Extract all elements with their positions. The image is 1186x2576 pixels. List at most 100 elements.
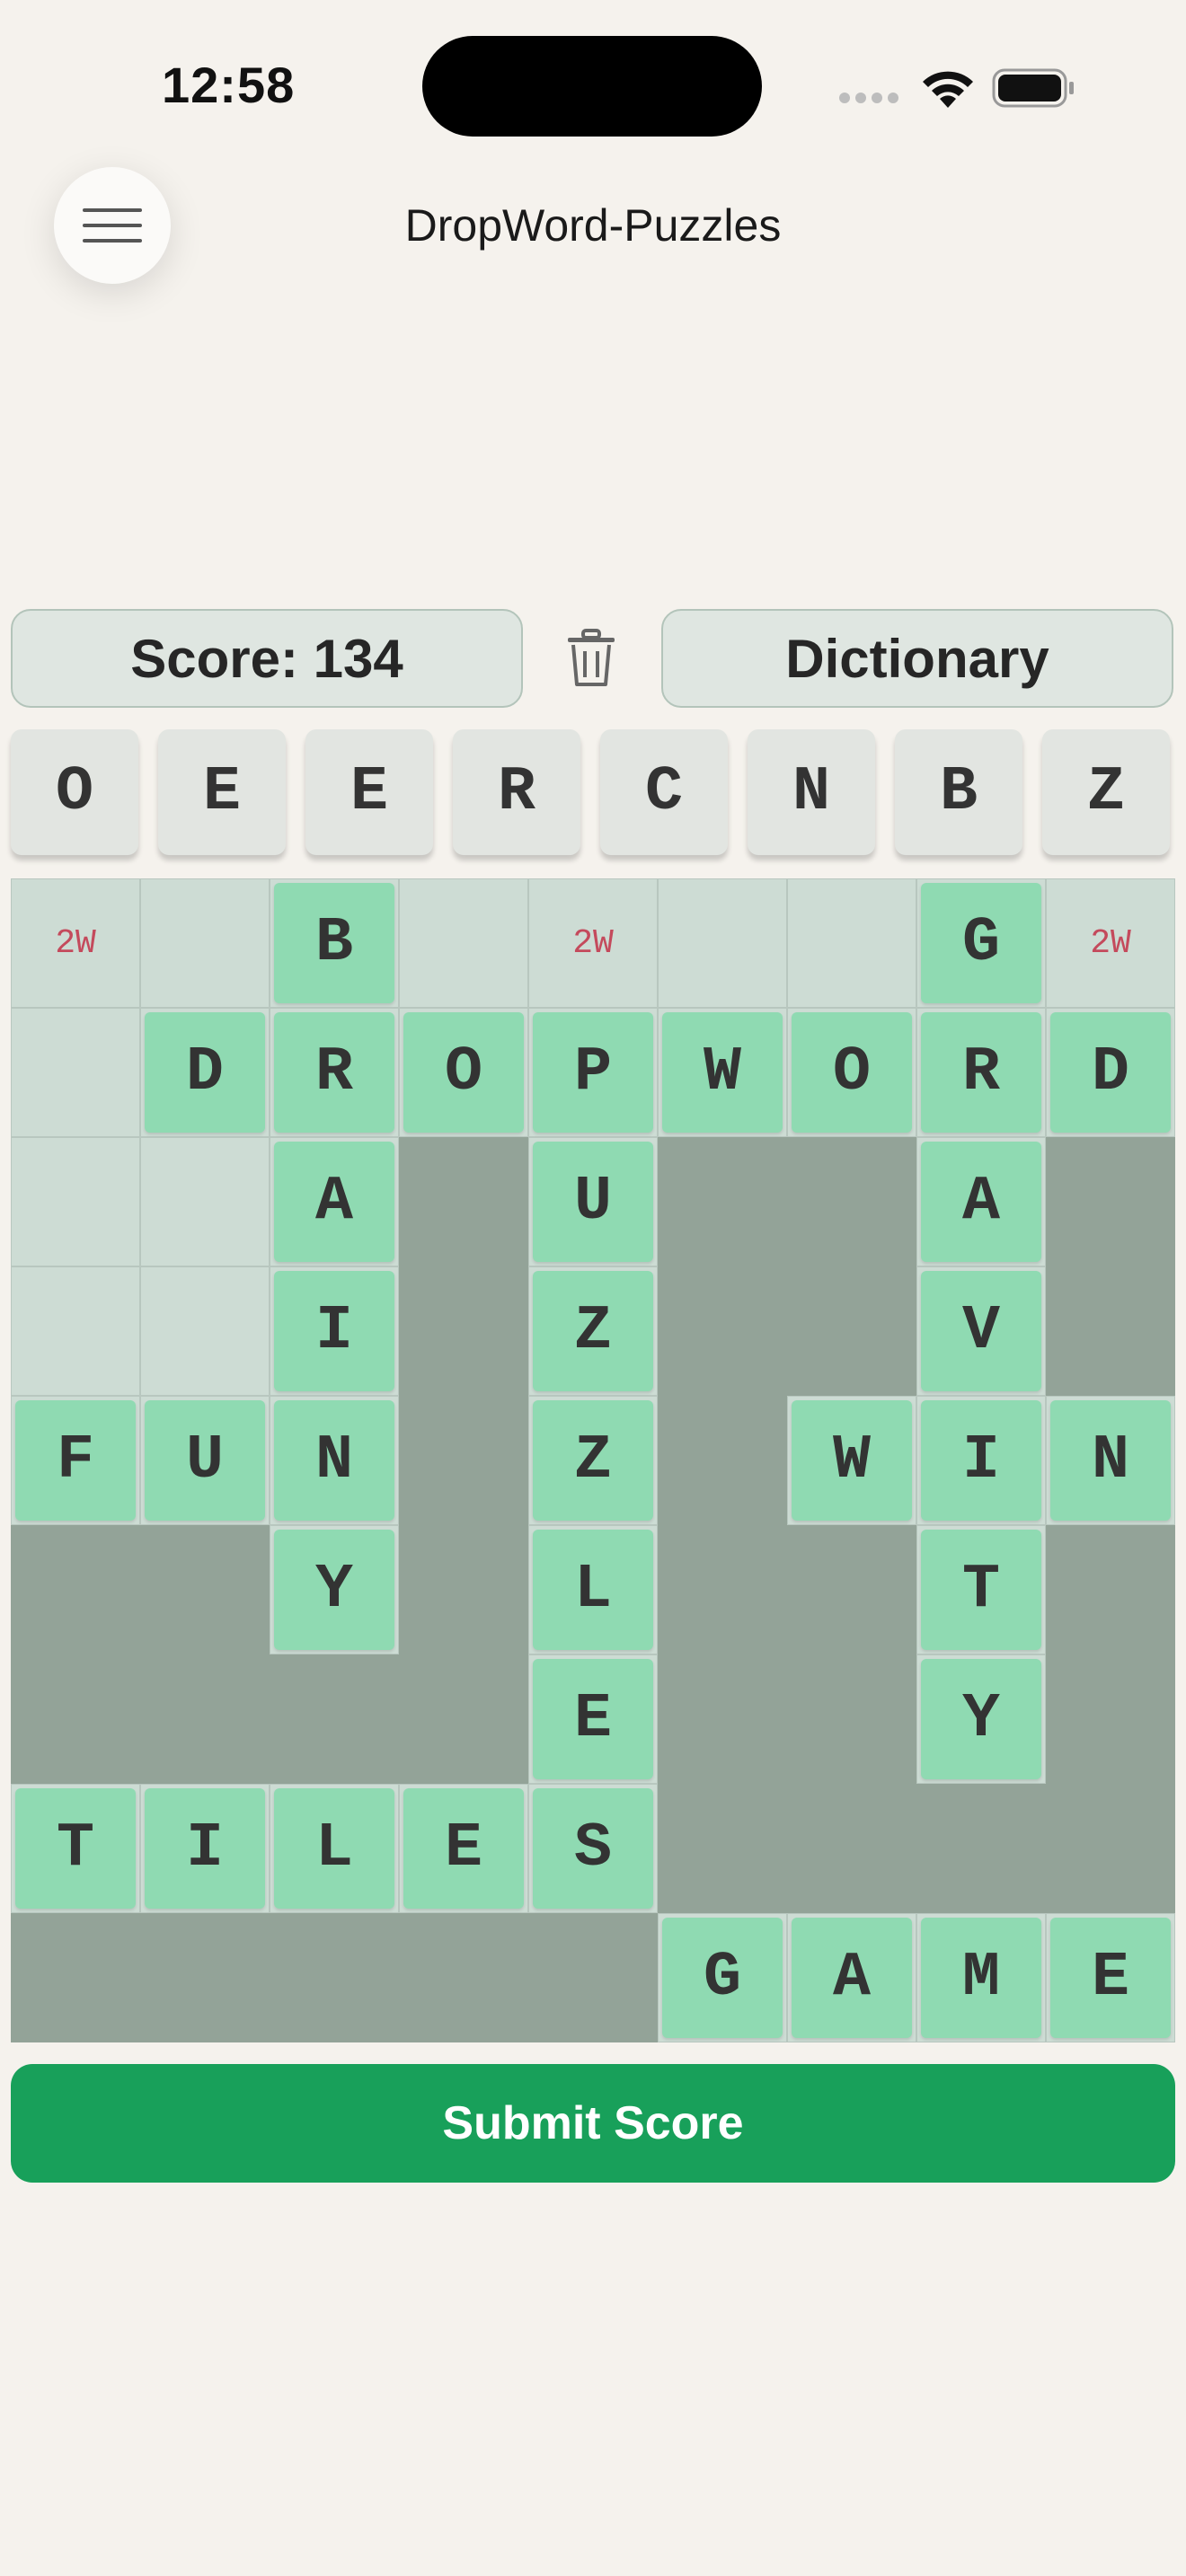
tile-letter: L — [274, 1788, 394, 1909]
rack-tile[interactable]: E — [158, 729, 286, 855]
rack-tile[interactable]: O — [11, 729, 138, 855]
bonus-label: 2W — [1090, 923, 1131, 963]
dynamic-island — [422, 36, 762, 137]
board-tile[interactable]: A — [916, 1137, 1046, 1266]
board-tile[interactable]: N — [1046, 1396, 1175, 1525]
board-tile[interactable]: M — [916, 1913, 1046, 2042]
rack-tile[interactable]: E — [305, 729, 433, 855]
tile-letter: M — [921, 1918, 1041, 2038]
rack-tile[interactable]: R — [453, 729, 580, 855]
board-empty-cell[interactable] — [140, 1137, 270, 1266]
board-tile[interactable]: A — [787, 1913, 916, 2042]
board-empty-cell[interactable] — [140, 878, 270, 1008]
board-empty-cell[interactable] — [11, 1008, 140, 1137]
rack-tile[interactable]: C — [600, 729, 728, 855]
board-tile[interactable]: V — [916, 1266, 1046, 1396]
tile-letter: I — [274, 1271, 394, 1391]
tile-letter: U — [533, 1142, 653, 1262]
rack-tile[interactable]: B — [895, 729, 1022, 855]
board-tile[interactable]: U — [140, 1396, 270, 1525]
tile-letter: T — [15, 1788, 136, 1909]
bonus-label: 2W — [55, 923, 96, 963]
tile-letter: Y — [274, 1530, 394, 1650]
tile-letter: R — [921, 1012, 1041, 1133]
rack-tile[interactable]: N — [748, 729, 875, 855]
bonus-label: 2W — [572, 923, 614, 963]
tile-letter: G — [662, 1918, 783, 2038]
board-tile[interactable]: E — [528, 1654, 658, 1784]
tile-letter: O — [792, 1012, 912, 1133]
board-empty-cell[interactable]: 2W — [528, 878, 658, 1008]
tile-letter: D — [1050, 1012, 1171, 1133]
board-tile[interactable]: Y — [916, 1654, 1046, 1784]
tile-letter: W — [792, 1400, 912, 1521]
board-tile[interactable]: R — [270, 1008, 399, 1137]
tile-letter: F — [15, 1400, 136, 1521]
tile-letter: O — [403, 1012, 524, 1133]
board-tile[interactable]: U — [528, 1137, 658, 1266]
board-tile[interactable]: I — [140, 1784, 270, 1913]
tile-letter: T — [921, 1530, 1041, 1650]
board-tile[interactable]: B — [270, 878, 399, 1008]
board-tile[interactable]: G — [658, 1913, 787, 2042]
board-empty-cell[interactable]: 2W — [1046, 878, 1175, 1008]
tile-letter: I — [145, 1788, 265, 1909]
status-time: 12:58 — [162, 57, 296, 113]
board-empty-cell[interactable] — [787, 878, 916, 1008]
tile-letter: A — [274, 1142, 394, 1262]
board-tile[interactable]: E — [399, 1784, 528, 1913]
board-empty-cell[interactable]: 2W — [11, 878, 140, 1008]
board-tile[interactable]: W — [658, 1008, 787, 1137]
rack-tile[interactable]: Z — [1042, 729, 1170, 855]
board-tile[interactable]: Z — [528, 1266, 658, 1396]
tile-letter: E — [533, 1659, 653, 1779]
submit-score-button[interactable]: Submit Score — [11, 2064, 1175, 2183]
board-tile[interactable]: I — [916, 1396, 1046, 1525]
board-tile[interactable]: A — [270, 1137, 399, 1266]
board-tile[interactable]: G — [916, 878, 1046, 1008]
tile-letter: Y — [921, 1659, 1041, 1779]
tile-letter: A — [792, 1918, 912, 2038]
board-tile[interactable]: E — [1046, 1913, 1175, 2042]
dictionary-button[interactable]: Dictionary — [661, 609, 1173, 708]
board-tile[interactable]: W — [787, 1396, 916, 1525]
tile-letter: V — [921, 1271, 1041, 1391]
board-tile[interactable]: P — [528, 1008, 658, 1137]
cellular-signal-icon — [839, 92, 904, 108]
tile-letter: G — [921, 883, 1041, 1003]
tile-letter: I — [921, 1400, 1041, 1521]
tile-letter: B — [274, 883, 394, 1003]
board-tile[interactable]: I — [270, 1266, 399, 1396]
board-tile[interactable]: R — [916, 1008, 1046, 1137]
board-tile[interactable]: L — [528, 1525, 658, 1654]
board-empty-cell[interactable] — [658, 878, 787, 1008]
board-tile[interactable]: L — [270, 1784, 399, 1913]
tile-letter: N — [274, 1400, 394, 1521]
page-title: DropWord-Puzzles — [404, 200, 782, 251]
tile-letter: E — [1050, 1918, 1171, 2038]
board-tile[interactable]: T — [11, 1784, 140, 1913]
board-tile[interactable]: D — [1046, 1008, 1175, 1137]
board-tile[interactable]: N — [270, 1396, 399, 1525]
wifi-icon — [923, 71, 973, 108]
board-empty-cell[interactable] — [399, 878, 528, 1008]
board-tile[interactable]: Z — [528, 1396, 658, 1525]
board-empty-cell[interactable] — [11, 1137, 140, 1266]
tile-letter: U — [145, 1400, 265, 1521]
board-tile[interactable]: Y — [270, 1525, 399, 1654]
board-tile[interactable]: O — [787, 1008, 916, 1137]
tile-letter: Z — [533, 1271, 653, 1391]
tile-letter: R — [274, 1012, 394, 1133]
tile-letter: N — [1050, 1400, 1171, 1521]
tile-letter: S — [533, 1788, 653, 1909]
board-tile[interactable]: D — [140, 1008, 270, 1137]
board-empty-cell[interactable] — [140, 1266, 270, 1396]
board-tile[interactable]: S — [528, 1784, 658, 1913]
board-empty-cell[interactable] — [11, 1266, 140, 1396]
trash-icon[interactable] — [564, 629, 618, 688]
board-tile[interactable]: O — [399, 1008, 528, 1137]
status-bar: 12:58 — [0, 0, 1186, 171]
board-tile[interactable]: T — [916, 1525, 1046, 1654]
battery-icon — [992, 68, 1074, 108]
board-tile[interactable]: F — [11, 1396, 140, 1525]
